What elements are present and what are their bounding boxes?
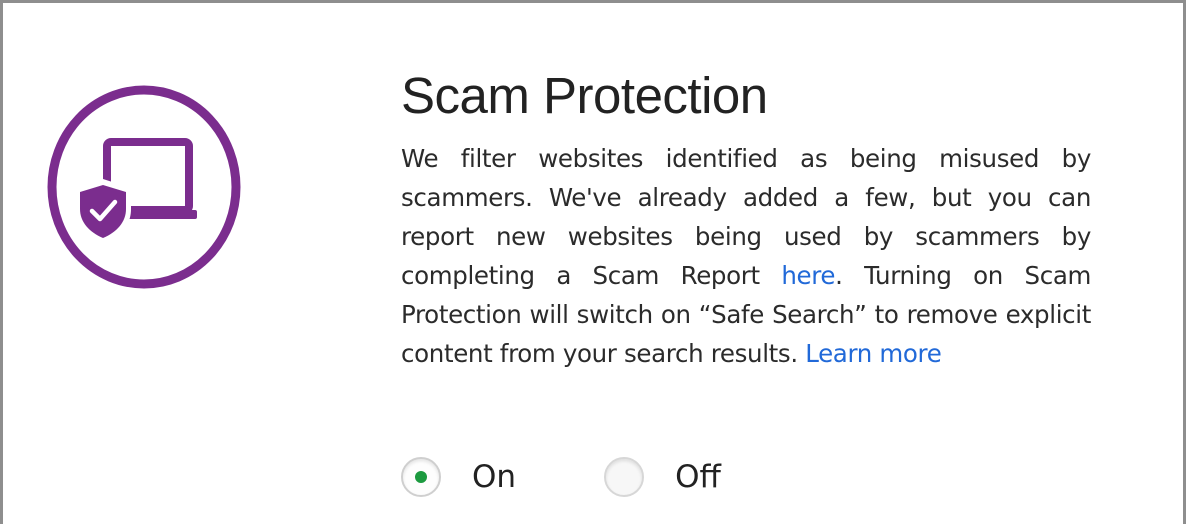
scam-protection-radio-group: On Off (401, 451, 721, 503)
section-title: Scam Protection (401, 67, 768, 124)
radio-off-button[interactable] (604, 457, 645, 497)
radio-option-off[interactable]: Off (604, 457, 721, 497)
learn-more-link[interactable]: Learn more (805, 339, 942, 368)
laptop-shield-icon (45, 83, 243, 293)
radio-selected-dot (415, 471, 427, 483)
radio-on-label[interactable]: On (472, 459, 516, 495)
radio-option-on[interactable]: On (401, 457, 516, 497)
scam-report-here-link[interactable]: here (781, 261, 835, 290)
section-description: We filter websites identified as being m… (401, 139, 1091, 373)
scam-protection-content: Scam Protection We filter websites ident… (401, 63, 1091, 373)
scam-protection-panel: Scam Protection We filter websites ident… (0, 0, 1186, 524)
radio-on-button[interactable] (401, 457, 441, 497)
radio-off-label[interactable]: Off (675, 459, 721, 495)
